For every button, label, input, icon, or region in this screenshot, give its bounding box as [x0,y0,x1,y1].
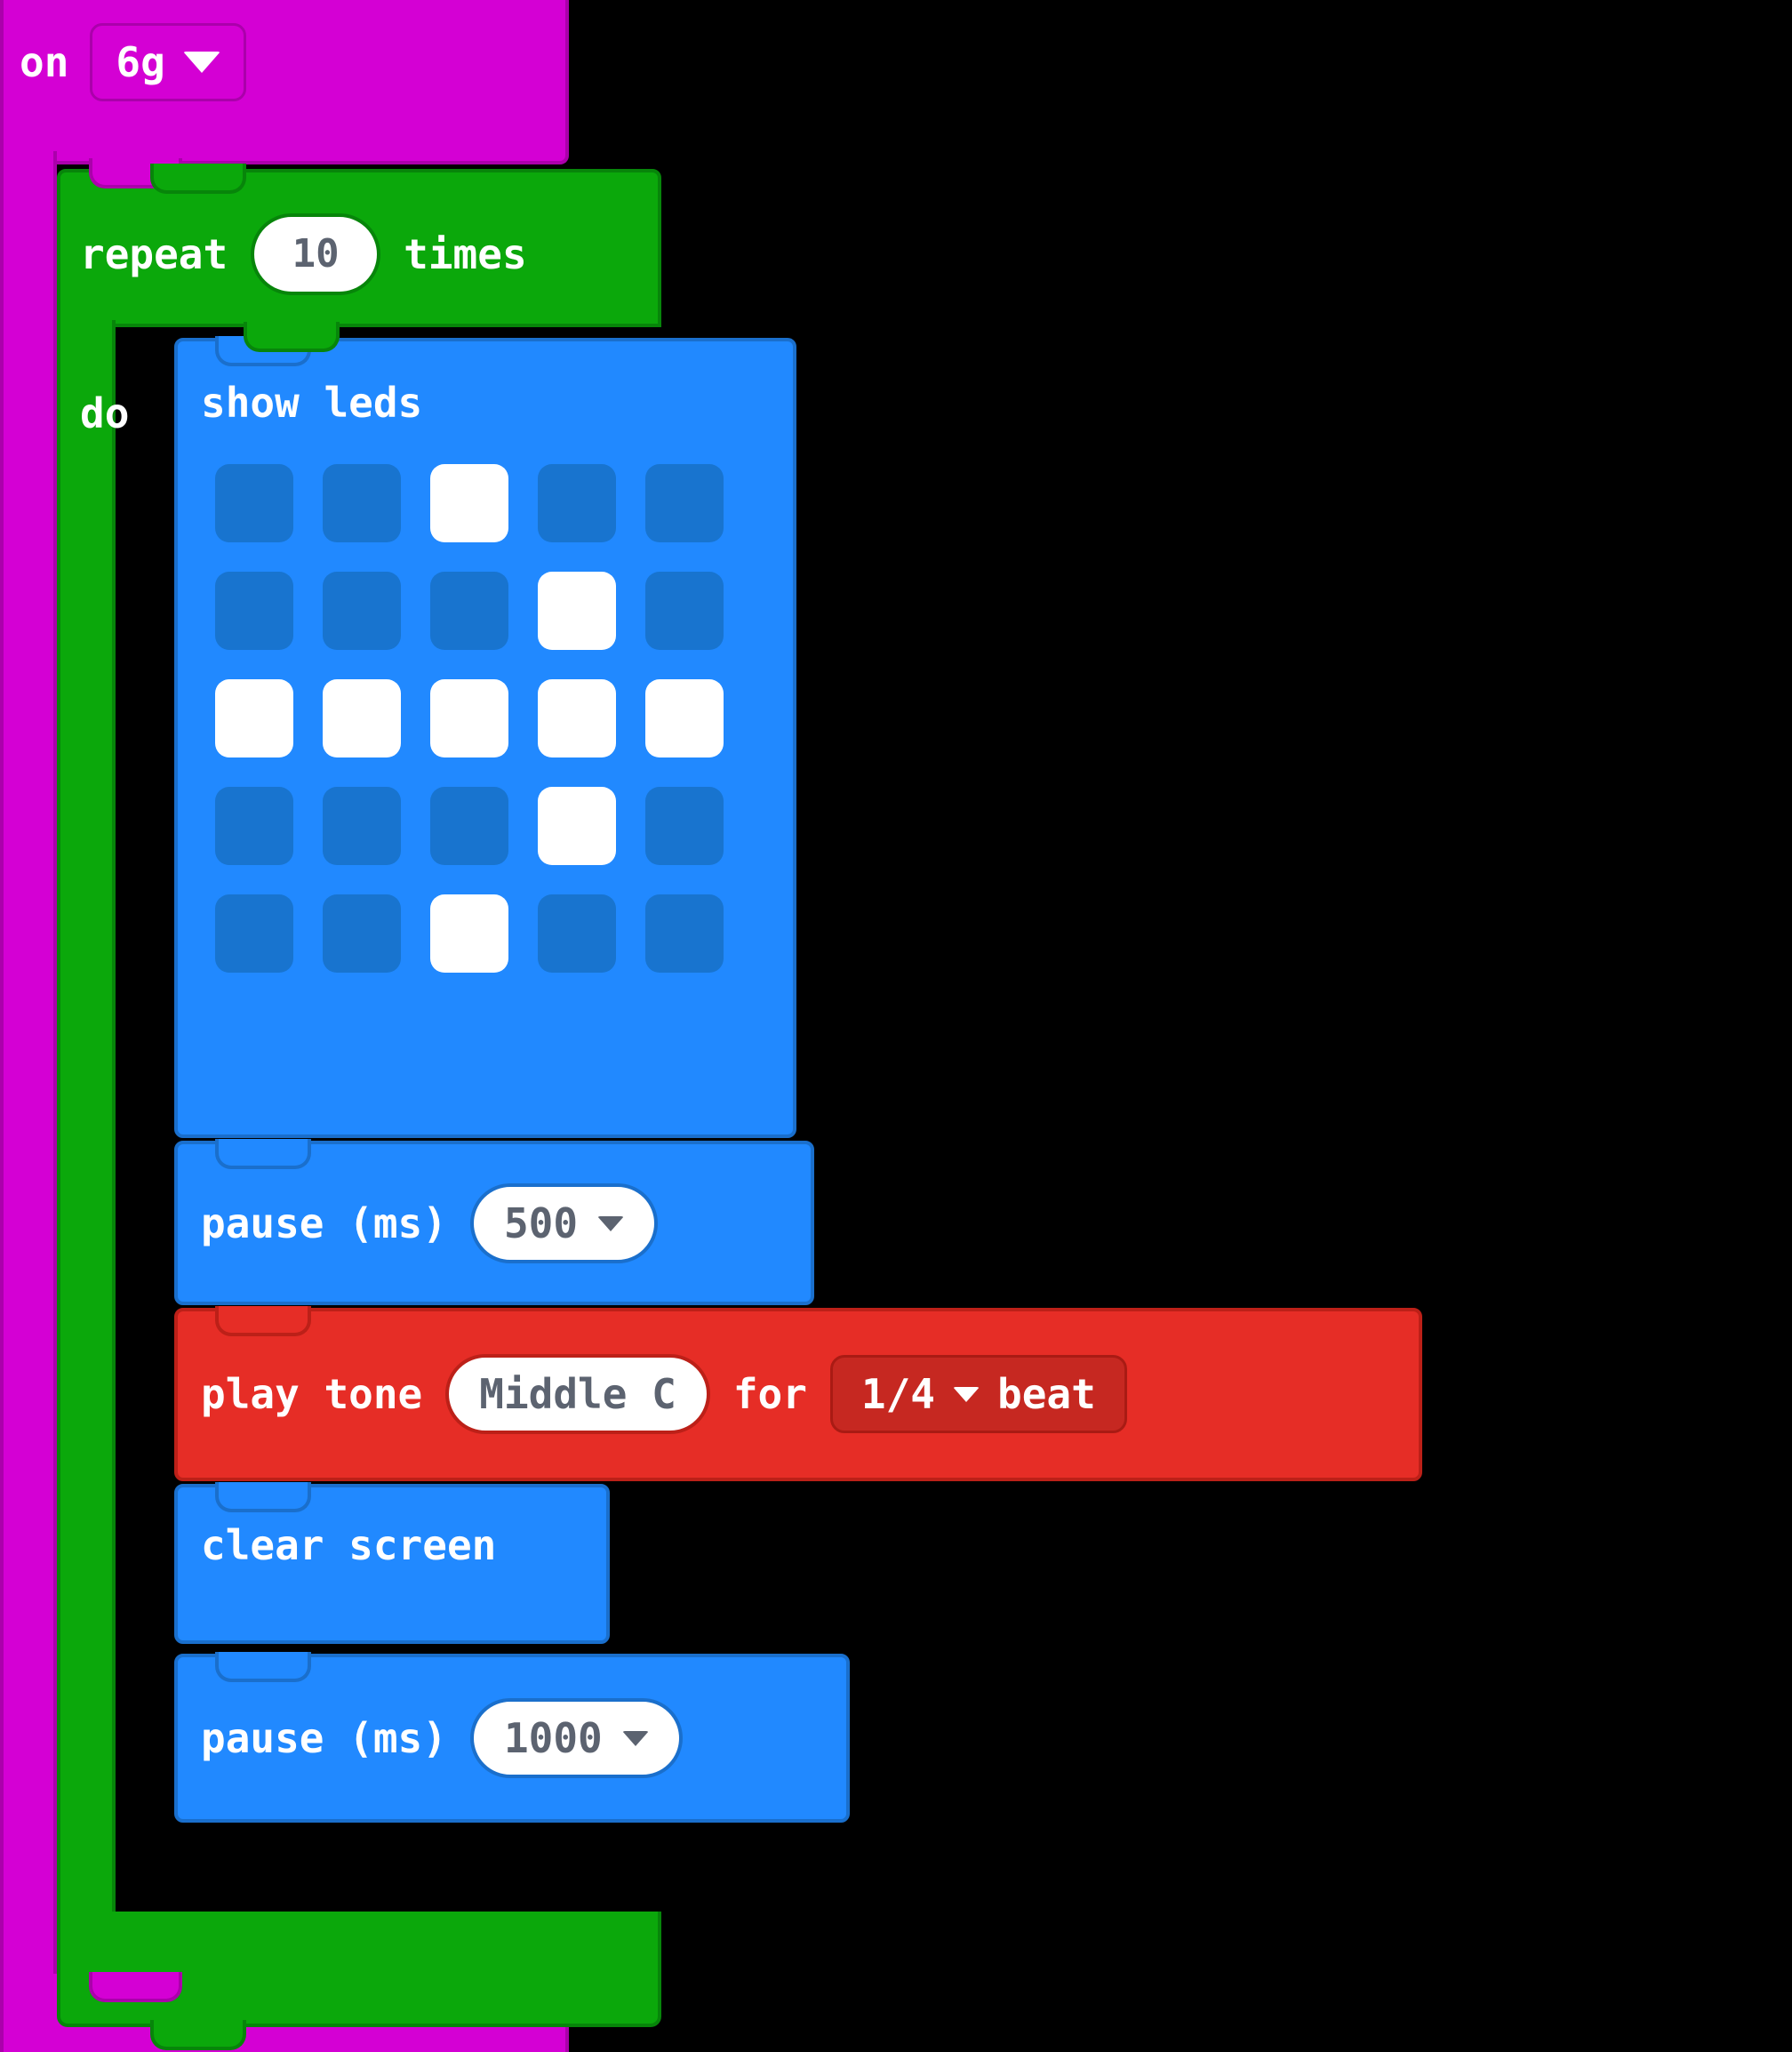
clear-screen-row: clear screen [201,1525,496,1566]
clear-screen-label: clear screen [201,1521,497,1569]
led-cell-r5-c1[interactable] [215,894,293,973]
play-tone-row: play tone Middle C for 1/4 beat [201,1354,1127,1434]
pause-1000-row: pause (ms) 1000 [201,1698,683,1778]
loop-block-footer[interactable] [57,1912,661,2027]
event-keyword-label: on [20,38,69,86]
block-notch [215,1139,311,1169]
led-cell-r4-c1[interactable] [215,787,293,865]
block-notch [215,1306,311,1336]
led-cell-r1-c1[interactable] [215,464,293,542]
loop-block-spine [57,320,116,1920]
led-cell-r2-c1[interactable] [215,572,293,650]
gesture-dropdown[interactable]: 6g [90,23,246,101]
led-cell-r1-c3[interactable] [430,464,508,542]
pause-label: pause (ms) [201,1714,447,1762]
repeat-keyword-label: repeat [80,230,228,278]
led-cell-r4-c5[interactable] [645,787,724,865]
led-cell-r5-c2[interactable] [323,894,401,973]
led-cell-r3-c5[interactable] [645,679,724,757]
led-cell-r4-c3[interactable] [430,787,508,865]
event-block-row: on 6g [20,23,246,101]
led-cell-r3-c4[interactable] [538,679,616,757]
pause-500-dropdown[interactable]: 500 [469,1183,659,1263]
pause-500-value: 500 [503,1199,579,1247]
led-cell-r1-c4[interactable] [538,464,616,542]
blocks-workspace: on 6g repeat 10 times do show leds pause… [0,0,1792,2052]
loop-block-row: repeat 10 times [80,213,527,295]
statement-play-tone[interactable]: play tone Middle C for 1/4 beat [174,1306,1422,1481]
loop-block-notch-bottom [150,2020,246,2050]
statement-show-leds[interactable]: show leds [174,336,796,1138]
block-notch [215,1482,311,1512]
statement-pause-1000[interactable]: pause (ms) 1000 [174,1652,850,1823]
times-label: times [404,230,527,278]
chevron-down-icon [597,1215,625,1231]
event-block-notch-bottom [89,1972,182,2002]
pause-500-row: pause (ms) 500 [201,1183,659,1263]
statement-clear-screen[interactable]: clear screen [174,1482,610,1644]
led-cell-r3-c1[interactable] [215,679,293,757]
led-cell-r5-c4[interactable] [538,894,616,973]
loop-block-inner-notch [244,322,340,352]
pause-label: pause (ms) [201,1199,447,1247]
led-cell-r2-c5[interactable] [645,572,724,650]
repeat-count-input[interactable]: 10 [251,213,381,295]
event-block-spine [0,151,57,1992]
led-cell-r2-c2[interactable] [323,572,401,650]
pause-1000-value: 1000 [503,1714,603,1762]
led-cell-r3-c2[interactable] [323,679,401,757]
chevron-down-icon [953,1386,980,1402]
tone-note-field[interactable]: Middle C [445,1354,710,1434]
statement-pause-500[interactable]: pause (ms) 500 [174,1139,814,1305]
chevron-down-icon [182,52,220,73]
loop-block-notch-top [150,164,246,194]
led-matrix-grid[interactable] [215,464,724,973]
led-cell-r5-c3[interactable] [430,894,508,973]
led-cell-r2-c4[interactable] [538,572,616,650]
chevron-down-icon [621,1730,649,1746]
gesture-dropdown-value: 6g [116,38,165,86]
block-notch [215,1652,311,1682]
pause-1000-dropdown[interactable]: 1000 [469,1698,683,1778]
beat-duration-value: 1/4 [860,1370,935,1418]
do-label: do [80,389,130,437]
beat-label: beat [997,1370,1096,1418]
beat-duration-dropdown[interactable]: 1/4 beat [829,1355,1127,1433]
play-tone-label: play tone [201,1370,423,1418]
led-cell-r5-c5[interactable] [645,894,724,973]
led-cell-r2-c3[interactable] [430,572,508,650]
led-cell-r4-c4[interactable] [538,787,616,865]
show-leds-label: show leds [201,379,423,427]
led-cell-r4-c2[interactable] [323,787,401,865]
led-cell-r1-c2[interactable] [323,464,401,542]
led-cell-r3-c3[interactable] [430,679,508,757]
led-cell-r1-c5[interactable] [645,464,724,542]
for-label: for [732,1370,807,1418]
